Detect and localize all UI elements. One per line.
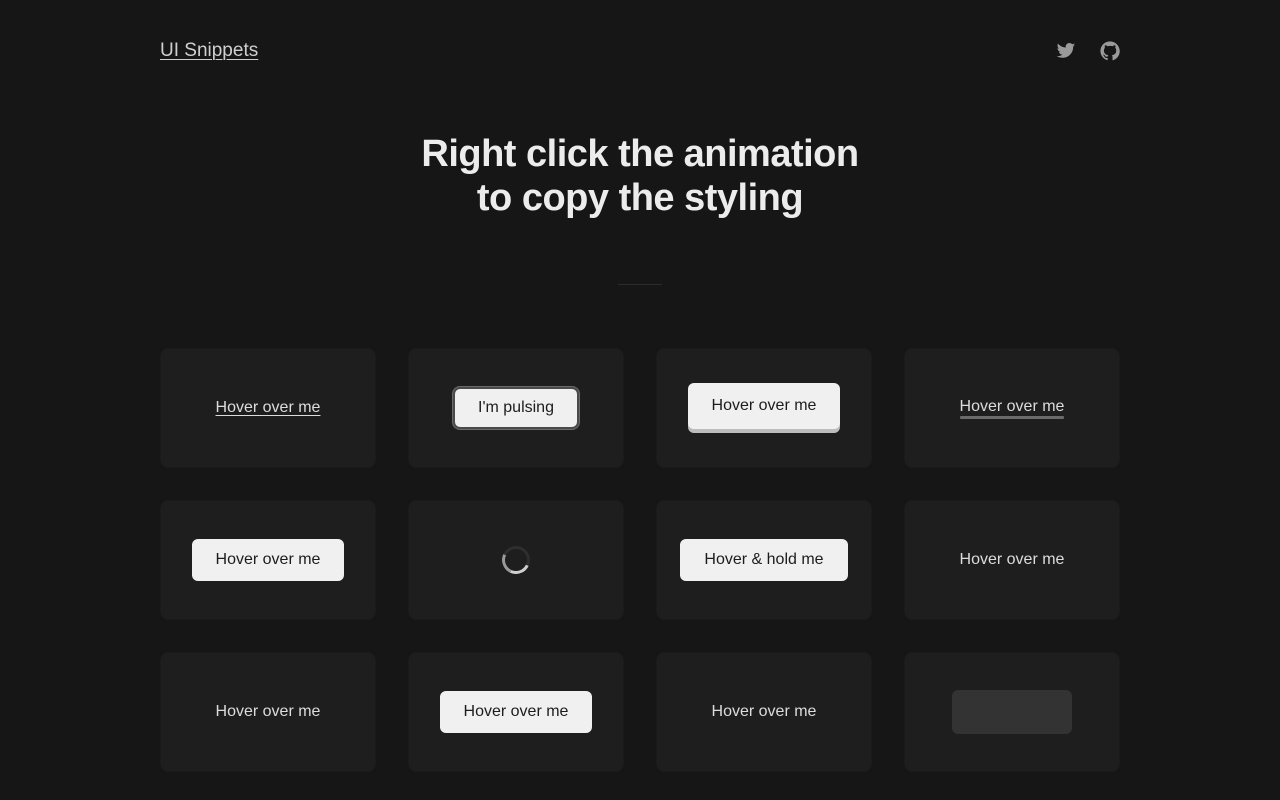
hero-line-2: to copy the styling	[476, 177, 804, 219]
header: UI Snippets	[160, 36, 1120, 66]
twitter-link[interactable]	[1056, 41, 1076, 61]
snippet-card-9[interactable]: Hover over me	[160, 652, 376, 772]
pulsing-button[interactable]: I'm pulsing	[453, 387, 579, 429]
snippet-card-12[interactable]	[904, 652, 1120, 772]
snippet-card-10[interactable]: Hover over me	[408, 652, 624, 772]
hover-light-button[interactable]: Hover over me	[191, 539, 345, 581]
snippet-grid: Hover over me I'm pulsing Hover over me …	[160, 348, 1120, 772]
hover-text-button[interactable]: Hover over me	[960, 551, 1065, 569]
hover-underline-button[interactable]: Hover over me	[216, 399, 321, 417]
page: UI Snippets Right click the animation to…	[0, 0, 1280, 800]
snippet-card-11[interactable]: Hover over me	[656, 652, 872, 772]
github-link[interactable]	[1100, 41, 1120, 61]
loading-spinner-icon	[498, 542, 534, 578]
hover-light-button[interactable]: Hover over me	[439, 691, 593, 733]
hover-hold-button[interactable]: Hover & hold me	[680, 539, 848, 581]
hover-text-button[interactable]: Hover over me	[712, 703, 817, 721]
snippet-card-8[interactable]: Hover over me	[904, 500, 1120, 620]
hover-bar-underline-button[interactable]: Hover over me	[959, 398, 1064, 419]
hero: Right click the animation to copy the st…	[0, 132, 1280, 220]
section-divider	[618, 284, 662, 285]
pressable-3d-button[interactable]: Hover over me	[687, 383, 841, 429]
snippet-card-2[interactable]: I'm pulsing	[408, 348, 624, 468]
snippet-card-6[interactable]	[408, 500, 624, 620]
snippet-card-4[interactable]: Hover over me	[904, 348, 1120, 468]
github-icon	[1100, 41, 1120, 61]
site-logo-link[interactable]: UI Snippets	[160, 40, 258, 62]
hero-line-1: Right click the animation	[421, 133, 859, 175]
hover-text-button[interactable]: Hover over me	[216, 703, 321, 721]
snippet-card-1[interactable]: Hover over me	[160, 348, 376, 468]
skeleton-loader	[952, 690, 1072, 734]
snippet-card-5[interactable]: Hover over me	[160, 500, 376, 620]
hero-heading: Right click the animation to copy the st…	[0, 132, 1280, 220]
snippet-card-7[interactable]: Hover & hold me	[656, 500, 872, 620]
twitter-icon	[1056, 43, 1076, 58]
snippet-card-3[interactable]: Hover over me	[656, 348, 872, 468]
social-links	[1056, 41, 1120, 61]
